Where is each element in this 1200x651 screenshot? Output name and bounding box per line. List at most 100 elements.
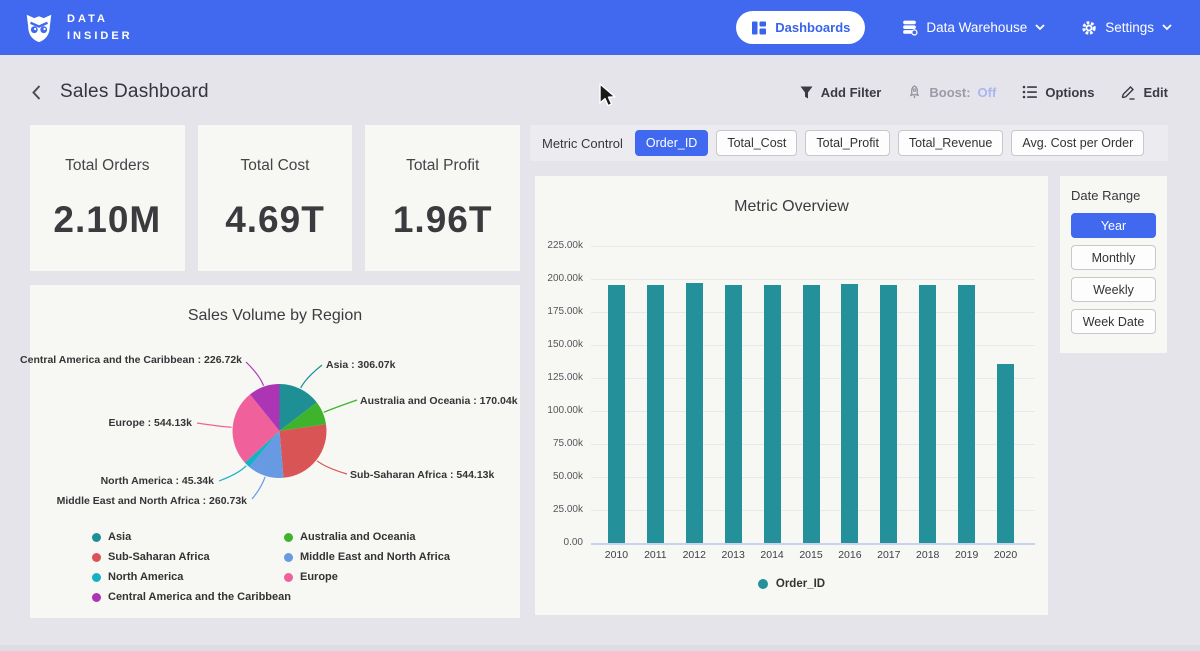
- legend-label: Sub-Saharan Africa: [108, 551, 210, 563]
- legend-label: Central America and the Caribbean: [108, 591, 291, 603]
- settings-menu[interactable]: Settings: [1081, 20, 1172, 36]
- legend-label: Middle East and North Africa: [300, 551, 450, 563]
- pie-slice[interactable]: [280, 424, 327, 478]
- bar[interactable]: [880, 285, 897, 543]
- x-axis-tick-label: 2017: [869, 549, 909, 561]
- y-axis-tick-label: 200.00k: [535, 273, 583, 284]
- y-axis-tick-label: 175.00k: [535, 306, 583, 317]
- pie-leader-line: [219, 466, 246, 481]
- chevron-down-icon: [1162, 24, 1172, 31]
- date-range-option[interactable]: Weekly: [1071, 277, 1156, 302]
- metric-control-strip: Metric Control Order_ID Total_Cost Total_P…: [530, 125, 1168, 161]
- options-button[interactable]: Options: [1022, 84, 1094, 100]
- pie-leader-line: [317, 461, 347, 474]
- legend-dot: [284, 573, 293, 582]
- pie-leader-line: [252, 477, 265, 499]
- legend-item[interactable]: Asia: [92, 531, 284, 543]
- bar[interactable]: [725, 285, 742, 543]
- bar[interactable]: [803, 285, 820, 543]
- legend-item[interactable]: Middle East and North Africa: [284, 551, 450, 563]
- metric-option[interactable]: Total_Cost: [716, 130, 797, 156]
- bar[interactable]: [958, 285, 975, 543]
- bar-legend-label: Order_ID: [776, 578, 825, 590]
- gear-icon: [1081, 20, 1097, 36]
- brand-line1: DATA: [67, 11, 133, 28]
- gridline: [591, 246, 1035, 247]
- pencil-icon: [1120, 84, 1136, 100]
- legend-dot: [92, 533, 101, 542]
- x-axis-tick-label: 2018: [908, 549, 948, 561]
- metric-option[interactable]: Total_Revenue: [898, 130, 1003, 156]
- y-axis-tick-label: 25.00k: [535, 504, 583, 515]
- legend-item[interactable]: Central America and the Caribbean: [92, 591, 284, 603]
- bar[interactable]: [764, 285, 781, 543]
- gridline: [591, 543, 1035, 545]
- bar[interactable]: [608, 285, 625, 543]
- legend-item[interactable]: Australia and Oceania: [284, 531, 450, 543]
- pie-chart-panel: Sales Volume by Region Asia : 306.07kAus…: [30, 285, 520, 618]
- bar[interactable]: [686, 283, 703, 543]
- bar[interactable]: [919, 285, 936, 543]
- legend-label: Asia: [108, 531, 131, 543]
- x-axis-tick-label: 2020: [986, 549, 1026, 561]
- pie-slice-label: Asia : 306.07k: [326, 359, 395, 371]
- data-warehouse-menu[interactable]: Data Warehouse: [901, 19, 1045, 36]
- pie-slice-label: Sub-Saharan Africa : 544.13k: [350, 469, 494, 481]
- metric-control-label: Metric Control: [542, 136, 623, 151]
- boost-toggle[interactable]: Boost: Off: [907, 84, 996, 100]
- data-warehouse-label: Data Warehouse: [926, 20, 1027, 35]
- pie-slice-label: Europe : 544.13k: [109, 417, 192, 429]
- bar[interactable]: [647, 285, 664, 543]
- y-axis-tick-label: 150.00k: [535, 339, 583, 350]
- bar[interactable]: [997, 364, 1014, 543]
- y-axis-tick-label: 50.00k: [535, 471, 583, 482]
- legend-item[interactable]: North America: [92, 571, 284, 583]
- back-button[interactable]: [30, 84, 42, 101]
- legend-item[interactable]: Europe: [284, 571, 450, 583]
- kpi-row: Total Orders2.10MTotal Cost4.69TTotal Pr…: [30, 125, 520, 271]
- legend-dot: [92, 593, 101, 602]
- add-filter-label: Add Filter: [821, 85, 882, 100]
- date-range-panel: Date Range YearMonthlyWeeklyWeek Date: [1060, 176, 1167, 353]
- date-range-option[interactable]: Week Date: [1071, 309, 1156, 334]
- brand-text: DATA INSIDER: [67, 11, 133, 44]
- y-axis-tick-label: 75.00k: [535, 438, 583, 449]
- dashboards-button[interactable]: Dashboards: [736, 11, 865, 44]
- x-axis-tick-label: 2014: [752, 549, 792, 561]
- bar-chart-legend[interactable]: Order_ID: [535, 578, 1048, 590]
- metric-option[interactable]: Order_ID: [635, 130, 708, 156]
- bar[interactable]: [841, 284, 858, 543]
- options-label: Options: [1045, 85, 1094, 100]
- pie-legend: Asia Sub-Saharan Africa North America Centr…: [92, 531, 450, 603]
- x-axis-tick-label: 2016: [830, 549, 870, 561]
- pie-slice-label: Central America and the Caribbean : 226.…: [20, 354, 242, 366]
- dashboard-content: Total Orders2.10MTotal Cost4.69TTotal Pr…: [0, 125, 1200, 618]
- add-filter-button[interactable]: Add Filter: [799, 85, 882, 100]
- date-range-options: Year Monthly Weekly Week Date: [1071, 213, 1156, 334]
- kpi-label: Total Cost: [241, 157, 310, 175]
- pie-leader-line: [197, 423, 232, 427]
- brand[interactable]: DATA INSIDER: [22, 11, 133, 45]
- legend-column: Asia Sub-Saharan Africa North America Centr…: [92, 531, 284, 603]
- y-axis-tick-label: 0.00: [535, 537, 583, 548]
- legend-item[interactable]: Sub-Saharan Africa: [92, 551, 284, 563]
- metric-option[interactable]: Avg. Cost per Order: [1011, 130, 1144, 156]
- boost-label: Boost:: [929, 85, 970, 100]
- date-range-option[interactable]: Monthly: [1071, 245, 1156, 270]
- x-axis-tick-label: 2015: [791, 549, 831, 561]
- top-nav: DATA INSIDER Dashboards Data Warehouse: [0, 0, 1200, 55]
- pie-slice-label: Australia and Oceania : 170.04k: [360, 395, 518, 407]
- legend-dot: [284, 553, 293, 562]
- bar-chart-panel: Metric Overview 0.0025.00k50.00k75.00k10…: [535, 176, 1048, 615]
- kpi-value: 4.69T: [225, 199, 325, 241]
- kpi-value: 2.10M: [53, 199, 161, 241]
- dashboards-grid-icon: [751, 20, 767, 36]
- brand-line2: INSIDER: [67, 28, 133, 45]
- x-axis-tick-label: 2019: [947, 549, 987, 561]
- metric-option[interactable]: Total_Profit: [805, 130, 890, 156]
- date-range-option[interactable]: Year: [1071, 213, 1156, 238]
- page-header: Sales Dashboard Add Filter Boost: Off Op…: [0, 55, 1200, 125]
- kpi-label: Total Orders: [65, 157, 149, 175]
- edit-button[interactable]: Edit: [1120, 84, 1168, 100]
- left-column: Total Orders2.10MTotal Cost4.69TTotal Pr…: [30, 125, 520, 618]
